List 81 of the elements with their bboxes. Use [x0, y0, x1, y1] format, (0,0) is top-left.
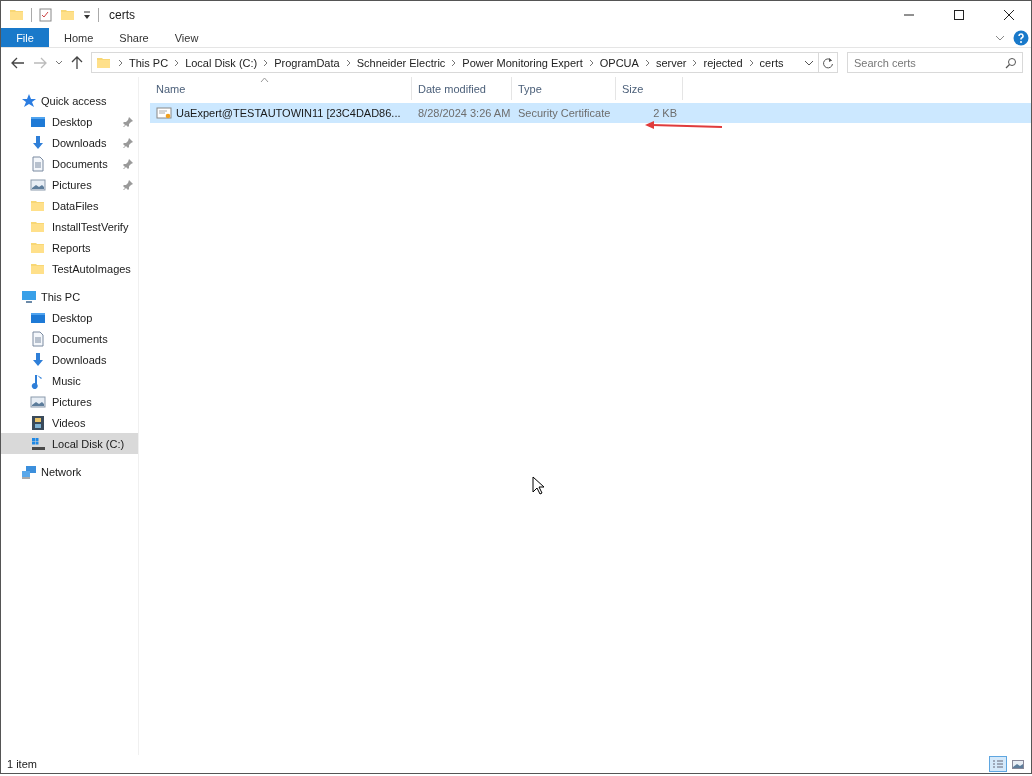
nav-item[interactable]: Network — [1, 461, 138, 482]
nav-item[interactable]: Pictures — [1, 174, 138, 195]
breadcrumb-chevron-icon[interactable] — [174, 58, 180, 67]
nav-item[interactable]: TestAutoImages — [1, 258, 138, 279]
nav-item[interactable]: Desktop — [1, 307, 138, 328]
nav-item[interactable]: Music — [1, 370, 138, 391]
breadcrumb-item[interactable]: ProgramData — [274, 56, 340, 69]
breadcrumb-item[interactable]: server — [655, 56, 687, 69]
nav-item[interactable]: DataFiles — [1, 195, 138, 216]
properties-icon[interactable] — [38, 6, 54, 23]
search-field[interactable]: Search certs — [847, 52, 1023, 73]
expand-ribbon-chevron-icon[interactable] — [995, 33, 1005, 42]
document-icon — [30, 155, 46, 172]
breadcrumb-chevron-icon[interactable] — [263, 58, 269, 67]
nav-item[interactable]: This PC — [1, 286, 138, 307]
document-icon — [30, 330, 46, 347]
breadcrumb-chevron-icon[interactable] — [345, 58, 351, 67]
ribbon-tab[interactable]: Share — [106, 31, 162, 44]
column-header[interactable]: Type — [512, 77, 616, 100]
breadcrumb-item[interactable]: Power Monitoring Expert — [462, 56, 583, 69]
breadcrumb-chevron-icon[interactable] — [588, 58, 594, 67]
search-icon[interactable] — [1005, 57, 1017, 69]
nav-item[interactable]: Pictures — [1, 391, 138, 412]
nav-item[interactable]: Reports — [1, 237, 138, 258]
nav-item[interactable]: Documents — [1, 328, 138, 349]
back-arrow-icon[interactable] — [11, 56, 25, 69]
column-header[interactable]: Size — [616, 77, 683, 100]
item-count: 1 item — [7, 758, 37, 770]
nav-item[interactable]: Downloads — [1, 132, 138, 153]
breadcrumb-item[interactable]: certs — [759, 56, 784, 69]
file-date-modified: 8/28/2024 3:26 AM — [417, 107, 512, 119]
ribbon-tab[interactable]: Home — [51, 31, 107, 44]
file-row[interactable]: UaExpert@TESTAUTOWIN11 [23C4DAD86... 8/28/2024 3:26 AM Security Certificate 2 KB — [150, 103, 1031, 123]
help-icon[interactable] — [1013, 29, 1029, 46]
close-icon[interactable] — [1003, 8, 1015, 21]
column-header[interactable]: Name — [150, 77, 412, 100]
file-name: UaExpert@TESTAUTOWIN11 [23C4DAD86... — [176, 107, 401, 119]
file-menu-button[interactable]: File — [1, 28, 49, 47]
nav-item[interactable]: Videos — [1, 412, 138, 433]
picture-icon — [30, 393, 46, 410]
network-icon — [21, 463, 37, 480]
download-arrow-icon — [30, 134, 46, 151]
breadcrumb-item[interactable]: This PC — [129, 56, 169, 69]
breadcrumb-item[interactable]: OPCUA — [599, 56, 639, 69]
address-history-chevron-icon[interactable] — [804, 59, 814, 66]
breadcrumb-item[interactable]: rejected — [703, 56, 743, 69]
breadcrumb-chevron-icon[interactable] — [644, 58, 650, 67]
column-header[interactable]: Date modified — [412, 77, 512, 100]
certificate-icon — [156, 106, 172, 120]
picture-icon — [30, 176, 46, 193]
breadcrumb-chevron-icon[interactable] — [748, 58, 754, 67]
breadcrumb-item[interactable]: Schneider Electric — [356, 56, 446, 69]
file-type: Security Certificate — [517, 107, 612, 119]
window-title: certs — [109, 7, 135, 22]
pin-icon — [123, 117, 133, 127]
computer-icon — [21, 288, 37, 305]
pin-icon — [123, 180, 133, 190]
download-arrow-icon — [30, 351, 46, 368]
breadcrumb-chevron-icon[interactable] — [692, 58, 698, 67]
address-bar[interactable]: This PC Local Disk (C:) ProgramData Schneider Electric Power Monitoring Expert OPCUA server rejected certs — [91, 52, 819, 73]
nav-item[interactable]: Desktop — [1, 111, 138, 132]
nav-item[interactable]: Local Disk (C:) — [1, 433, 138, 454]
nav-item[interactable]: Documents — [1, 153, 138, 174]
drive-icon — [30, 435, 46, 452]
nav-item[interactable]: Downloads — [1, 349, 138, 370]
up-arrow-icon[interactable] — [71, 55, 83, 70]
film-icon — [30, 414, 46, 431]
breadcrumb-chevron-icon[interactable] — [118, 58, 123, 67]
nav-item[interactable]: InstallTestVerify — [1, 216, 138, 237]
mouse-pointer-icon — [532, 476, 544, 495]
file-size: 2 KB — [652, 107, 678, 119]
pin-icon — [123, 138, 133, 148]
ribbon-tab[interactable]: View — [161, 31, 212, 44]
nav-item[interactable]: Quick access — [1, 90, 138, 111]
sort-ascending-icon[interactable] — [260, 77, 269, 83]
maximize-icon[interactable] — [953, 8, 965, 21]
pin-icon — [123, 159, 133, 169]
star-icon — [21, 92, 37, 109]
recent-locations-chevron-icon[interactable] — [55, 59, 63, 66]
breadcrumb-chevron-icon[interactable] — [451, 58, 457, 67]
breadcrumb-item[interactable]: Local Disk (C:) — [185, 56, 258, 69]
